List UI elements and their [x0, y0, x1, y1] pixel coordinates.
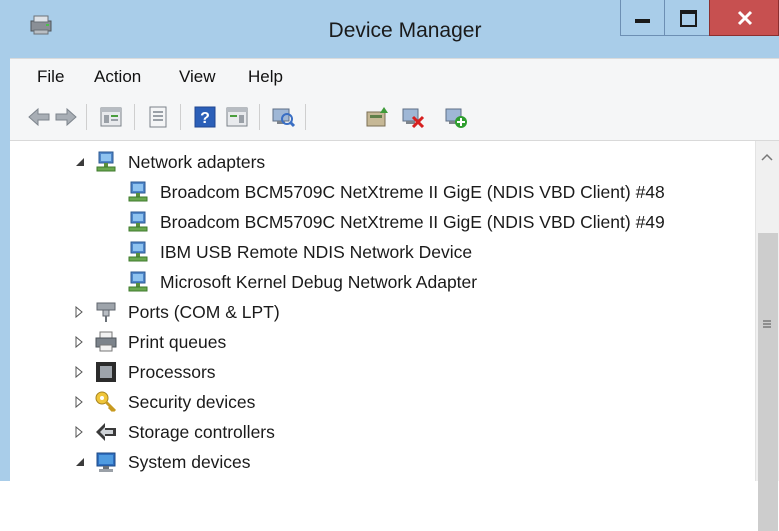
tree-item-device[interactable]: Microsoft Kernel Debug Network Adapter [10, 267, 755, 297]
toolbar-separator [86, 104, 87, 130]
tree-node-storage-controllers[interactable]: Storage controllers [10, 417, 755, 447]
tree-node-ports[interactable]: Ports (COM & LPT) [10, 297, 755, 327]
tree-label: Storage controllers [128, 421, 275, 442]
tree-node-network-adapters[interactable]: Network adapters [10, 147, 755, 177]
tree-item-device[interactable]: IBM USB Remote NDIS Network Device [10, 237, 755, 267]
svg-text:?: ? [200, 110, 210, 127]
expand-arrow-icon[interactable] [72, 305, 86, 319]
network-adapter-icon [128, 211, 148, 232]
tree-label: Security devices [128, 391, 256, 412]
network-adapter-icon [128, 181, 148, 202]
minimize-button[interactable] [620, 0, 665, 36]
collapse-arrow-icon[interactable] [73, 455, 87, 469]
close-button[interactable] [709, 0, 779, 36]
expand-arrow-icon[interactable] [72, 335, 86, 349]
tree-node-security-devices[interactable]: Security devices [10, 387, 755, 417]
menu-view[interactable]: View [179, 67, 216, 87]
system-devices-monitor-icon [96, 452, 116, 472]
network-adapter-icon [128, 241, 148, 262]
update-driver-icon[interactable] [364, 104, 390, 130]
tree-label: Ports (COM & LPT) [128, 301, 280, 322]
tree-item-device[interactable]: Broadcom BCM5709C NetXtreme II GigE (NDI… [10, 207, 755, 237]
device-label: Broadcom BCM5709C NetXtreme II GigE (NDI… [160, 211, 665, 232]
action-pane-icon[interactable] [224, 104, 250, 130]
help-icon[interactable]: ? [192, 104, 218, 130]
toolbar-separator [305, 104, 306, 130]
menu-help[interactable]: Help [248, 67, 283, 87]
menu-file[interactable]: File [37, 67, 64, 87]
uninstall-device-icon[interactable] [400, 104, 426, 130]
scrollbar-grip-icon [763, 320, 771, 328]
expand-arrow-icon[interactable] [72, 395, 86, 409]
tree-label: System devices [128, 451, 251, 472]
tree-label: Network adapters [128, 151, 266, 172]
toolbar: ? [10, 94, 779, 141]
add-legacy-hardware-icon[interactable] [443, 104, 469, 130]
toolbar-separator [259, 104, 260, 130]
printer-icon [95, 331, 117, 352]
device-label: Broadcom BCM5709C NetXtreme II GigE (NDI… [160, 181, 665, 202]
close-icon [737, 10, 753, 26]
back-arrow-icon[interactable] [26, 104, 52, 130]
device-tree[interactable]: Network adapters Broadcom BCM5709C NetXt… [10, 141, 755, 481]
tree-node-print-queues[interactable]: Print queues [10, 327, 755, 357]
toolbar-separator [134, 104, 135, 130]
device-label: IBM USB Remote NDIS Network Device [160, 241, 473, 262]
expand-arrow-icon[interactable] [72, 425, 86, 439]
expand-arrow-icon[interactable] [72, 365, 86, 379]
maximize-icon [680, 10, 697, 27]
port-connector-icon [96, 302, 116, 322]
processor-chip-icon [96, 362, 116, 382]
show-hide-console-tree-icon[interactable] [98, 104, 124, 130]
toolbar-separator [180, 104, 181, 130]
tree-item-device[interactable]: Broadcom BCM5709C NetXtreme II GigE (NDI… [10, 177, 755, 207]
tree-node-processors[interactable]: Processors [10, 357, 755, 387]
vertical-scrollbar[interactable] [755, 141, 779, 531]
device-label: Microsoft Kernel Debug Network Adapter [160, 271, 478, 292]
properties-icon[interactable] [145, 104, 171, 130]
storage-controller-icon [96, 423, 116, 441]
scroll-up-arrow-icon[interactable] [761, 153, 773, 161]
forward-arrow-icon[interactable] [53, 104, 79, 130]
maximize-button[interactable] [664, 0, 710, 36]
tree-node-system-devices[interactable]: System devices [10, 447, 755, 477]
device-manager-window: Device Manager File Action View Help ? N… [0, 0, 779, 531]
network-adapter-icon [128, 271, 148, 292]
scrollbar-thumb[interactable] [758, 233, 778, 531]
menu-action[interactable]: Action [94, 67, 141, 87]
minimize-icon [635, 19, 650, 23]
tree-label: Processors [128, 361, 216, 382]
network-adapter-icon [96, 151, 116, 172]
security-key-icon [95, 391, 117, 413]
scan-hardware-icon[interactable] [270, 104, 296, 130]
collapse-arrow-icon[interactable] [73, 155, 87, 169]
tree-label: Print queues [128, 331, 227, 352]
menu-bar: File Action View Help [10, 58, 779, 95]
title-bar[interactable]: Device Manager [0, 0, 779, 58]
